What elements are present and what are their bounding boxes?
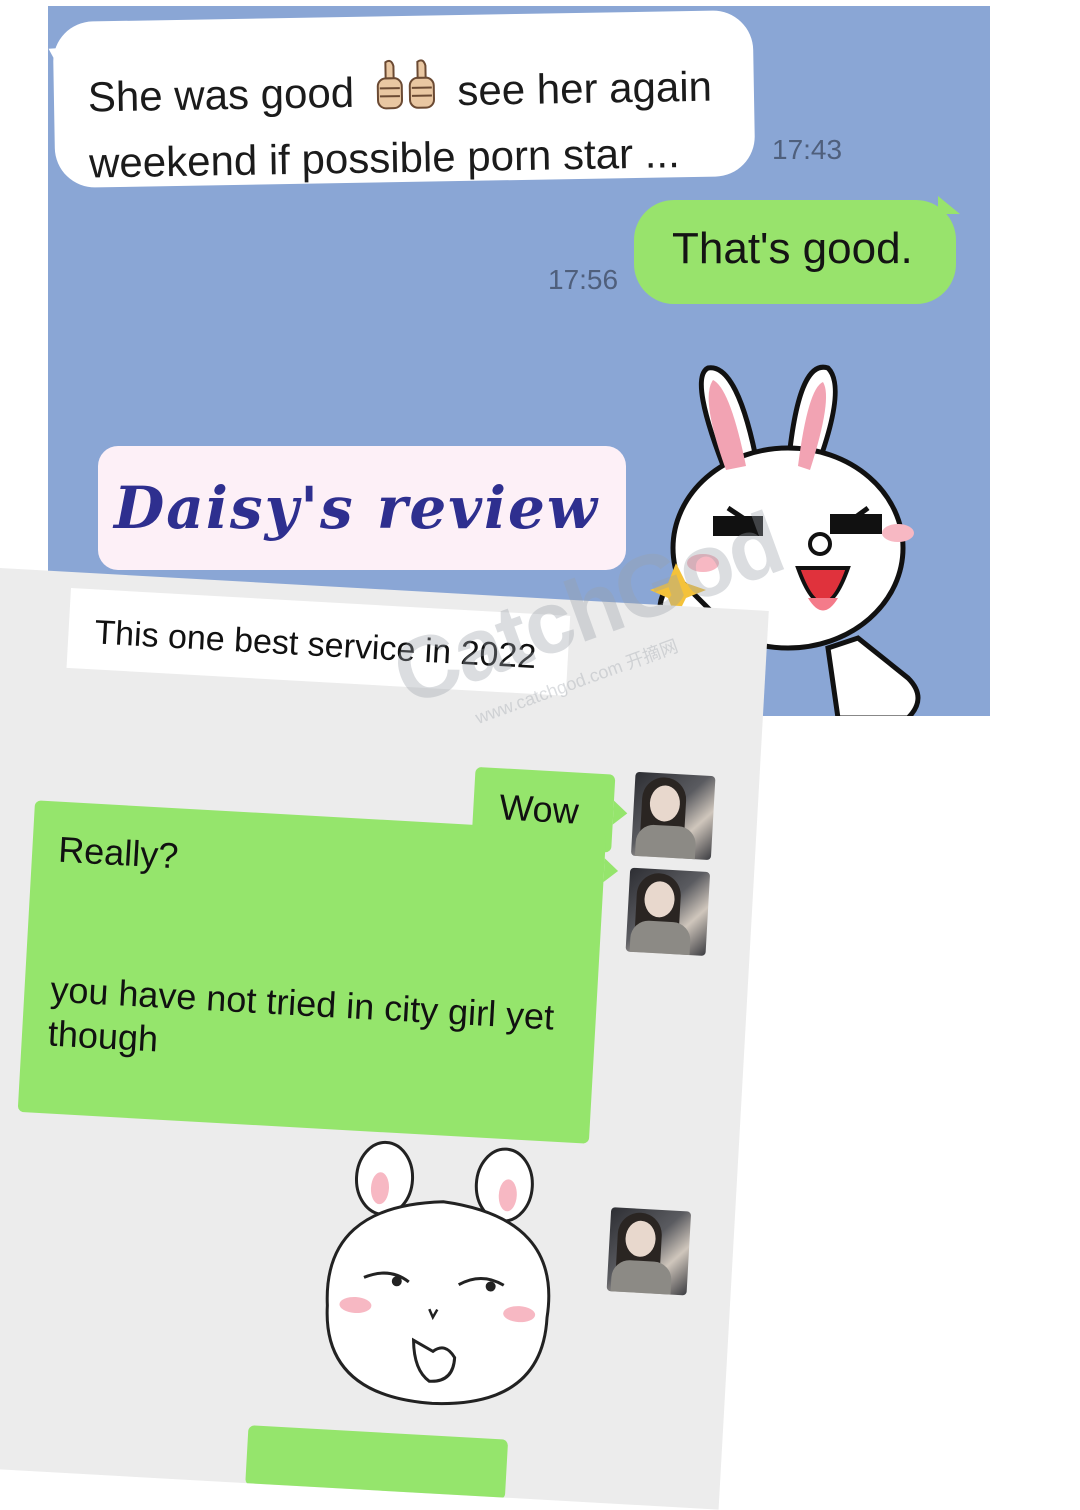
incoming-message-bubble[interactable]: She was good see her again weekend if po… <box>53 10 756 188</box>
review-caption: Daisy's review <box>114 474 599 542</box>
incoming-message-line2: weekend if possible porn star ... <box>89 129 680 186</box>
really-message-bubble[interactable]: Really? you have not tried in city girl … <box>18 800 607 1143</box>
notice-message-text: This one best service in 2022 <box>93 613 537 676</box>
wow-message-text: Wow <box>498 786 580 831</box>
avatar[interactable] <box>631 772 716 860</box>
incoming-message-line1-start: She was good <box>88 69 355 121</box>
outgoing-message-bubble[interactable]: That's good. <box>634 200 956 304</box>
partial-message-bubble[interactable] <box>245 1425 508 1499</box>
review-caption-box: Daisy's review <box>98 446 626 570</box>
thumbs-up-icon <box>371 55 440 128</box>
outgoing-message-text: That's good. <box>672 224 913 273</box>
notice-message-bubble[interactable]: This one best service in 2022 <box>67 588 571 696</box>
incoming-message-line1-end: see her again <box>457 63 712 114</box>
really-message-line2: you have not tried in city girl yet thou… <box>47 968 577 1085</box>
rabbit-sticker <box>301 1135 576 1429</box>
avatar[interactable] <box>607 1207 692 1295</box>
avatar[interactable] <box>626 868 711 956</box>
incoming-message-time: 17:43 <box>772 134 842 166</box>
really-message-line1: Really? <box>57 829 179 877</box>
bottom-chat-screenshot: This one best service in 2022 Wow Really… <box>0 568 769 1510</box>
outgoing-message-time: 17:56 <box>548 264 618 296</box>
